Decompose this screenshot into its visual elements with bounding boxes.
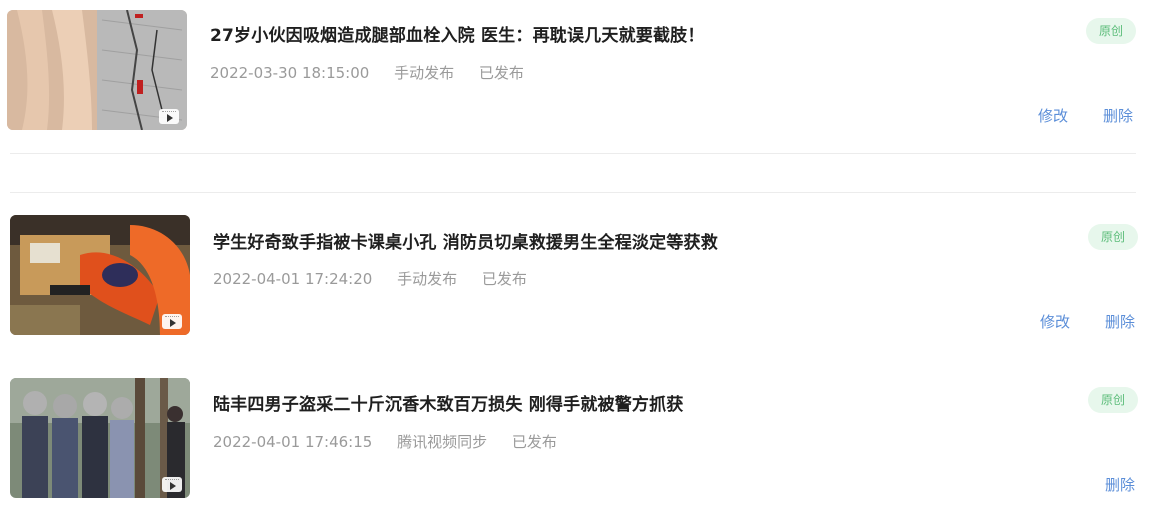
article-title[interactable]: 27岁小伙因吸烟造成腿部血栓入院 医生：再耽误几天就要截肢！ [210,21,705,46]
video-play-icon [159,109,179,124]
delete-button[interactable]: 删除 [1105,311,1135,332]
publish-status: 已发布 [511,433,557,451]
divider [10,192,1136,193]
publish-method: 手动发布 [394,64,455,82]
publish-method: 手动发布 [397,270,458,288]
video-play-icon [162,477,182,492]
publish-status: 已发布 [478,64,524,82]
original-badge: 原创 [1088,224,1138,250]
publish-time: 2022-03-30 18:15:00 [210,64,370,82]
divider [10,153,1136,154]
publish-method: 腾讯视频同步 [397,433,488,451]
article-meta: 2022-04-01 17:24:20 手动发布 已发布 [213,268,547,289]
article-meta: 2022-03-30 18:15:00 手动发布 已发布 [210,62,544,83]
delete-button[interactable]: 删除 [1105,474,1135,495]
delete-button[interactable]: 删除 [1103,105,1133,126]
video-play-icon [162,314,182,329]
article-title[interactable]: 陆丰四男子盗采二十斤沉香木致百万损失 刚得手就被警方抓获 [213,390,684,415]
original-badge: 原创 [1086,18,1136,44]
article-thumbnail[interactable] [10,378,190,498]
original-badge: 原创 [1088,387,1138,413]
article-thumbnail[interactable] [10,215,190,335]
edit-button[interactable]: 修改 [1038,105,1068,126]
publish-time: 2022-04-01 17:46:15 [213,433,373,451]
edit-button[interactable]: 修改 [1040,311,1070,332]
article-meta: 2022-04-01 17:46:15 腾讯视频同步 已发布 [213,431,577,452]
article-title[interactable]: 学生好奇致手指被卡课桌小孔 消防员切桌救援男生全程淡定等获救 [213,228,718,253]
publish-time: 2022-04-01 17:24:20 [213,270,373,288]
article-thumbnail[interactable] [7,10,187,130]
publish-status: 已发布 [481,270,527,288]
